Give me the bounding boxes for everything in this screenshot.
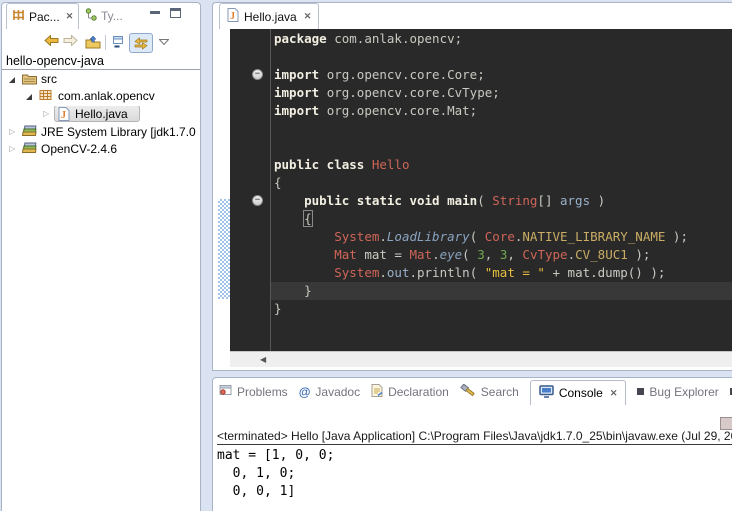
collapse-all-icon[interactable]: [110, 35, 124, 49]
console-panel: Problems @ Javadoc Declaration Search Co…: [212, 377, 732, 511]
console-line: 0, 0, 1]: [217, 483, 334, 501]
link-with-editor-icon[interactable]: [129, 33, 153, 53]
collapse-arrow-icon[interactable]: ▷: [43, 109, 49, 118]
code-line[interactable]: }: [271, 300, 732, 318]
close-icon[interactable]: ✕: [610, 388, 618, 399]
folding-gutter: −−: [230, 29, 270, 351]
package-explorer-toolbar: [2, 32, 200, 54]
tab-search[interactable]: Search: [460, 384, 519, 400]
declaration-icon: [371, 384, 383, 400]
collapse-arrow-icon[interactable]: ▷: [9, 127, 15, 136]
up-icon[interactable]: [85, 35, 101, 49]
tab-type-hierarchy[interactable]: Ty...: [80, 3, 128, 29]
code-line[interactable]: System.LoadLibrary( Core.NATIVE_LIBRARY_…: [271, 228, 732, 246]
code-editor[interactable]: −− package com.anlak.opencv; import org.…: [230, 29, 732, 351]
console-header: <terminated> Hello [Java Application] C:…: [217, 429, 732, 445]
code-line[interactable]: import org.opencv.core.Mat;: [271, 102, 732, 120]
bug-square-icon: [637, 388, 644, 395]
java-file-icon: J: [227, 8, 239, 25]
range-indicator: [218, 199, 230, 299]
code-line[interactable]: import org.opencv.core.CvType;: [271, 84, 732, 102]
panel-divider: [2, 69, 200, 70]
problems-icon: [219, 384, 232, 399]
tree-item-jre-library[interactable]: ▷ JRE System Library [jdk1.7.0: [2, 124, 200, 141]
tree-item-label: com.anlak.opencv: [58, 89, 155, 103]
console-line: 0, 1, 0;: [217, 465, 334, 483]
code-line[interactable]: {: [271, 210, 732, 228]
eclipse-workbench: { "colors": { "workbench_bg": "#dbe3f2",…: [0, 0, 732, 511]
view-menu-icon[interactable]: [159, 39, 169, 45]
tab-hello-java[interactable]: J Hello.java ✕: [219, 3, 319, 29]
package-explorer-icon: [12, 9, 25, 24]
tree-item-package[interactable]: com.anlak.opencv: [2, 88, 200, 105]
editor-panel: J Hello.java ✕ −− package com.anlak.open…: [212, 2, 732, 371]
tree-item-label: src: [41, 72, 57, 86]
console-line: mat = [1, 0, 0;: [217, 447, 334, 465]
collapse-arrow-icon[interactable]: ▷: [9, 144, 15, 153]
tab-javadoc[interactable]: @ Javadoc: [299, 385, 360, 399]
tab-package-explorer[interactable]: Pac... ✕: [6, 3, 79, 29]
console-output[interactable]: mat = [1, 0, 0; 0, 1, 0; 0, 0, 1]: [217, 447, 334, 501]
tree-item-opencv-library[interactable]: ▷ OpenCV-2.4.6: [2, 141, 200, 158]
code-area[interactable]: package com.anlak.opencv; import org.ope…: [271, 30, 732, 318]
tab-label: Ty...: [101, 9, 123, 23]
code-line[interactable]: package com.anlak.opencv;: [271, 30, 732, 48]
editor-tab-label: Hello.java: [244, 10, 297, 24]
code-line[interactable]: import org.opencv.core.Core;: [271, 66, 732, 84]
package-explorer-panel: Pac... ✕ Ty... hello-opencv-java src com…: [1, 2, 201, 511]
horizontal-scrollbar[interactable]: ◀: [230, 351, 732, 367]
java-file-icon: J: [58, 107, 70, 123]
maximize-button[interactable]: [170, 8, 181, 18]
code-line[interactable]: System.out.println( "mat = " + mat.dump(…: [271, 264, 732, 282]
code-line[interactable]: [271, 120, 732, 138]
tree-item-label: OpenCV-2.4.6: [41, 142, 117, 156]
library-icon: [21, 125, 38, 141]
tab-declaration[interactable]: Declaration: [371, 384, 449, 400]
tab-console[interactable]: Console ✕: [530, 380, 627, 405]
fold-collapse-icon[interactable]: −: [252, 69, 263, 80]
tree-item-hello-java[interactable]: ▷ J Hello.java: [2, 106, 200, 123]
svg-text:J: J: [230, 11, 235, 22]
tree-item-src[interactable]: src: [2, 71, 200, 88]
code-line[interactable]: Mat mat = Mat.eye( 3, 3, CvType.CV_8UC1 …: [271, 246, 732, 264]
toolbar-separator: [105, 35, 106, 50]
library-icon: [21, 142, 38, 158]
code-line[interactable]: [271, 138, 732, 156]
forward-icon[interactable]: [63, 35, 78, 46]
back-icon[interactable]: [44, 35, 59, 46]
minimize-button[interactable]: [150, 11, 160, 14]
tab-bug-explorer[interactable]: Bug Explorer: [637, 385, 718, 399]
code-line[interactable]: [271, 48, 732, 66]
code-line[interactable]: public static void main( String[] args ): [271, 192, 732, 210]
code-line[interactable]: public class Hello: [271, 156, 732, 174]
package-folder-icon: [22, 72, 37, 88]
search-icon: [460, 384, 476, 400]
package-icon: [39, 89, 52, 104]
expand-arrow-icon[interactable]: [26, 94, 32, 100]
svg-text:J: J: [61, 110, 66, 121]
code-line[interactable]: {: [271, 174, 732, 192]
javadoc-icon: @: [299, 385, 311, 399]
close-icon[interactable]: ✕: [304, 11, 312, 22]
tree-item-label: JRE System Library [jdk1.7.0: [41, 125, 196, 139]
fold-collapse-icon[interactable]: −: [252, 195, 263, 206]
project-root-label[interactable]: hello-opencv-java: [6, 54, 104, 68]
type-hierarchy-icon: [85, 8, 97, 24]
expand-arrow-icon[interactable]: [9, 77, 15, 83]
close-icon[interactable]: ✕: [66, 11, 74, 22]
bottom-tab-bar: Problems @ Javadoc Declaration Search Co…: [213, 378, 732, 405]
tab-problems[interactable]: Problems: [219, 384, 288, 399]
scroll-left-icon[interactable]: ◀: [260, 355, 266, 364]
tree-item-label: Hello.java: [75, 107, 128, 121]
console-icon: [539, 385, 554, 401]
tab-label: Pac...: [29, 10, 60, 24]
code-line[interactable]: }: [271, 282, 732, 300]
